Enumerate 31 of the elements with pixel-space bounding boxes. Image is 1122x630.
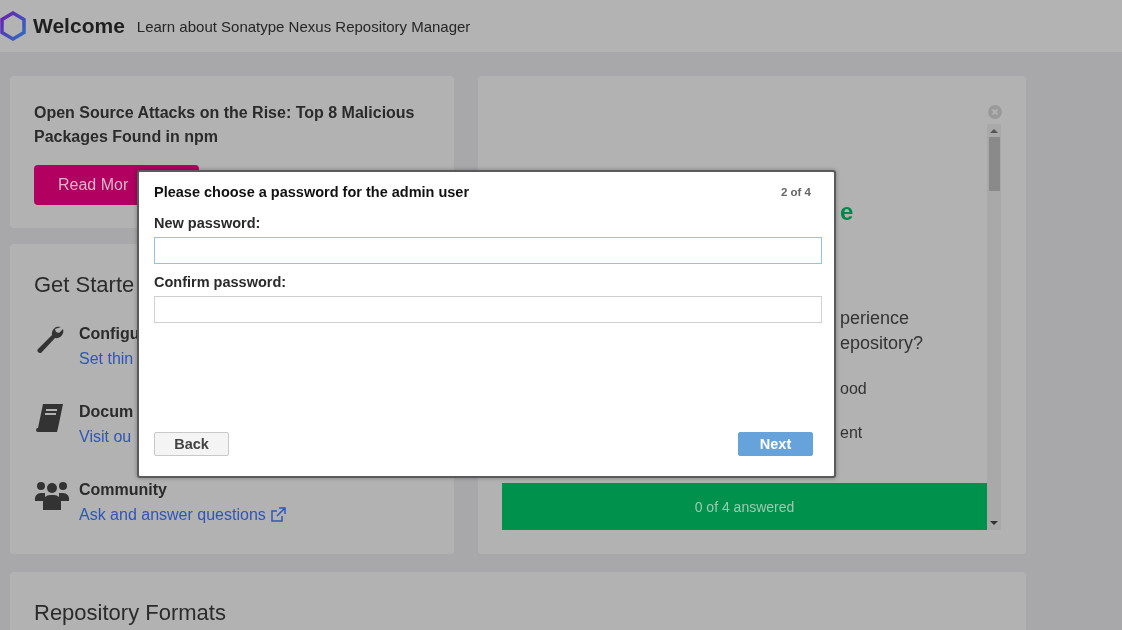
- back-button[interactable]: Back: [154, 432, 229, 456]
- survey-option[interactable]: ent: [840, 424, 863, 442]
- book-icon: [34, 402, 66, 434]
- survey-question: epository?: [840, 332, 924, 355]
- item-link[interactable]: Visit ou: [79, 424, 132, 450]
- item-title: Community: [79, 480, 168, 500]
- item-title: Configu: [79, 324, 140, 344]
- news-headline: Open Source Attacks on the Rise: Top 8 Malicious Packages Found in npm: [34, 103, 416, 147]
- hexagon-logo-icon: [0, 11, 26, 41]
- item-link[interactable]: Set thin: [79, 346, 134, 372]
- people-icon: [34, 480, 70, 512]
- close-icon[interactable]: [988, 105, 1002, 119]
- page-subtitle: Learn about Sonatype Nexus Repository Manager: [136, 17, 471, 35]
- section-title: Get Starte: [34, 272, 135, 298]
- step-counter: 2 of 4: [780, 186, 811, 198]
- survey-heading: e: [840, 198, 855, 226]
- external-link-icon: [269, 507, 286, 523]
- item-link[interactable]: Ask and answer questions: [79, 502, 266, 528]
- password-field[interactable]: [154, 296, 822, 323]
- password-field[interactable]: [154, 237, 822, 264]
- field-label: New password:: [154, 215, 262, 231]
- page-title: Welcome: [33, 14, 125, 38]
- item-title: Docum: [79, 402, 134, 422]
- survey-question: perience: [840, 307, 910, 330]
- wrench-icon: [34, 324, 66, 356]
- progress-banner: 0 of 4 answered: [502, 483, 987, 530]
- next-button[interactable]: Next: [738, 432, 813, 456]
- field-label: Confirm password:: [154, 274, 288, 290]
- section-title: Repository Formats: [34, 600, 226, 626]
- scrollbar[interactable]: [987, 124, 1001, 530]
- survey-option[interactable]: ood: [840, 380, 867, 398]
